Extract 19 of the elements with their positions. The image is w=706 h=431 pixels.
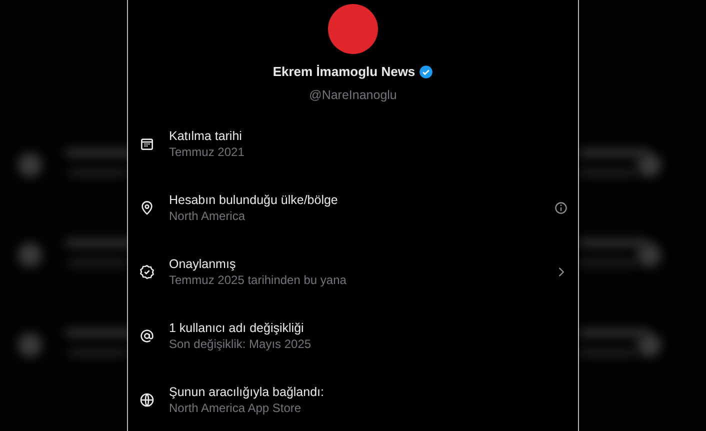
row-subtitle: Temmuz 2025 tarihinden bu yana [169,272,348,288]
row-title: Katılma tarihi [169,128,243,144]
row-subtitle: North America [169,208,246,224]
handle: @NareInanoglu [309,86,397,104]
at-sign-icon [139,328,155,344]
row-subtitle: Son değişiklik: Mayıs 2025 [169,336,312,352]
location-pin-icon [139,200,155,216]
row-title: 1 kullanıcı adı değişikliği [169,320,305,336]
info-icon[interactable] [554,201,568,216]
row-title: Hesabın bulunduğu ülke/bölge [169,192,339,208]
display-name: Ekrem İmamoglu News [272,63,416,81]
calendar-icon [139,136,155,152]
verified-check-icon [139,264,155,280]
row-subtitle: Temmuz 2021 [169,144,246,160]
row-subtitle: North America App Store [169,400,302,416]
row-title: Onaylanmış [169,256,237,272]
row-title: Şunun aracılığıyla bağlandı: [169,384,325,400]
avatar-placeholder [328,4,378,54]
globe-icon [139,392,155,408]
